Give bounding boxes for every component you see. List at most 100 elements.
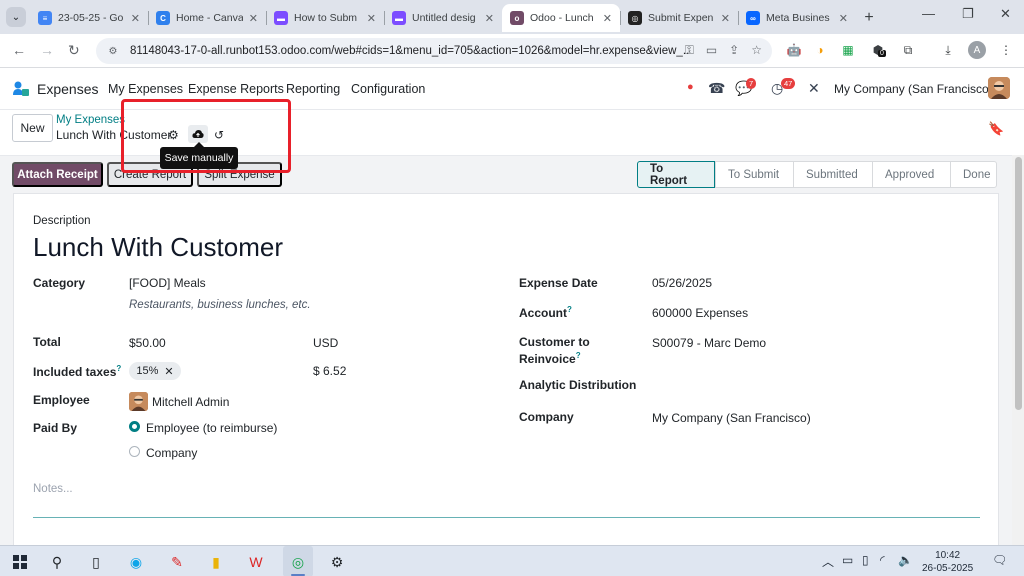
tray-chevron-icon[interactable]: ︿ bbox=[822, 553, 834, 570]
stage-approved[interactable]: Approved bbox=[872, 161, 950, 188]
tab-close-icon[interactable]: ✕ bbox=[367, 12, 376, 25]
expense-date-field[interactable]: 05/26/2025 bbox=[652, 276, 712, 290]
browser-menu-icon[interactable]: ⋮ bbox=[998, 42, 1014, 58]
total-label: Total bbox=[33, 335, 61, 349]
company-switcher[interactable]: My Company (San Francisco) bbox=[834, 82, 993, 96]
settings-gear-icon[interactable]: ⚙ bbox=[327, 552, 347, 572]
windows-start-icon[interactable] bbox=[10, 552, 30, 572]
tab-label: Meta Busines bbox=[766, 12, 830, 24]
tab-search-button[interactable]: ⌄ bbox=[6, 7, 26, 27]
browser-tab[interactable]: ∞ Meta Busines ✕ bbox=[738, 4, 856, 32]
browser-tab[interactable]: ◎ Submit Expen ✕ bbox=[620, 4, 738, 32]
remove-tag-icon[interactable]: ✕ bbox=[164, 365, 173, 378]
recording-dot-icon[interactable]: ● bbox=[687, 81, 694, 93]
scrollbar-thumb[interactable] bbox=[1015, 157, 1022, 410]
notes-field[interactable]: Notes... bbox=[33, 483, 73, 495]
browser-tab[interactable]: o Odoo - Lunch ✕ bbox=[502, 4, 620, 32]
debug-tools-icon[interactable]: ✕ bbox=[808, 80, 820, 97]
site-info-icon[interactable]: ⚙ bbox=[104, 42, 122, 60]
paid-by-employee-label[interactable]: Employee (to reimburse) bbox=[146, 421, 277, 435]
back-icon[interactable]: ← bbox=[12, 42, 26, 58]
tab-close-icon[interactable]: ✕ bbox=[131, 12, 140, 25]
profile-avatar[interactable]: A bbox=[968, 41, 986, 59]
browser-tab[interactable]: C Home - Canva ✕ bbox=[148, 4, 266, 32]
user-avatar[interactable] bbox=[988, 77, 1010, 99]
close-window-icon[interactable]: ✕ bbox=[1000, 6, 1011, 22]
company-field[interactable]: My Company (San Francisco) bbox=[652, 411, 811, 425]
tab-close-icon[interactable]: ✕ bbox=[603, 12, 612, 25]
notifications-icon[interactable]: 🗨 bbox=[992, 553, 1007, 567]
search-icon[interactable]: ⚲ bbox=[47, 552, 67, 572]
stage-to-submit[interactable]: To Submit bbox=[715, 161, 793, 188]
url-text[interactable]: 81148043-17-0-all.runbot153.odoo.com/web… bbox=[130, 45, 690, 57]
stage-done[interactable]: Done bbox=[950, 161, 997, 188]
menu-expense-reports[interactable]: Expense Reports bbox=[188, 82, 284, 96]
power-bi-icon[interactable]: ▮ bbox=[206, 552, 226, 572]
bookmark-star-icon[interactable]: ☆ bbox=[751, 43, 762, 58]
wps-office-icon[interactable]: W bbox=[246, 552, 266, 572]
account-field[interactable]: 600000 Expenses bbox=[652, 306, 748, 320]
phone-icon[interactable]: ☎ bbox=[708, 80, 725, 97]
tab-close-icon[interactable]: ✕ bbox=[839, 12, 848, 25]
app-name[interactable]: Expenses bbox=[37, 81, 98, 97]
tab-favicon-icon: o bbox=[510, 11, 524, 25]
acrobat-icon[interactable]: ✎ bbox=[167, 552, 187, 572]
tab-close-icon[interactable]: ✕ bbox=[485, 12, 494, 25]
expenses-app-icon[interactable] bbox=[12, 80, 30, 98]
stage-submitted[interactable]: Submitted bbox=[793, 161, 872, 188]
employee-field[interactable]: Mitchell Admin bbox=[152, 395, 229, 409]
share-icon[interactable]: ⇪ bbox=[729, 43, 739, 58]
wifi-icon[interactable]: ◜ bbox=[880, 553, 885, 567]
page-scrollbar[interactable] bbox=[1012, 155, 1024, 545]
paid-by-employee-radio[interactable] bbox=[129, 421, 140, 432]
help-icon[interactable]: ? bbox=[567, 305, 572, 314]
tab-close-icon[interactable]: ✕ bbox=[249, 12, 258, 25]
paid-by-company-radio[interactable] bbox=[129, 446, 140, 457]
menu-configuration[interactable]: Configuration bbox=[351, 82, 425, 96]
restore-icon[interactable]: ❐ bbox=[962, 6, 974, 22]
category-field[interactable]: [FOOD] Meals bbox=[129, 276, 206, 290]
attach-receipt-button[interactable]: Attach Receipt bbox=[12, 162, 103, 187]
volume-icon[interactable]: 🔈 bbox=[898, 553, 913, 567]
total-field[interactable]: $50.00 bbox=[129, 336, 166, 350]
stage-to-report[interactable]: To Report bbox=[637, 161, 715, 188]
paid-by-company-label[interactable]: Company bbox=[146, 446, 197, 460]
reload-icon[interactable]: ↻ bbox=[68, 42, 80, 59]
breadcrumb-parent[interactable]: My Expenses bbox=[56, 114, 125, 126]
expense-title[interactable]: Lunch With Customer bbox=[33, 232, 283, 263]
description-label: Description bbox=[33, 215, 91, 227]
extension-square-icon[interactable]: ▦ bbox=[840, 42, 856, 58]
password-key-icon[interactable]: ⚿ bbox=[685, 43, 694, 58]
forward-icon[interactable]: → bbox=[40, 42, 54, 58]
new-tab-button[interactable]: + bbox=[856, 4, 882, 32]
tab-label: Home - Canva bbox=[176, 12, 243, 24]
browser-tab[interactable]: ▬ How to Subm ✕ bbox=[266, 4, 384, 32]
browser-tab[interactable]: ≡ 23-05-25 - Go ✕ bbox=[30, 4, 148, 32]
chrome-icon[interactable]: ◎ bbox=[288, 552, 308, 572]
browser-tab[interactable]: ▬ Untitled desig ✕ bbox=[384, 4, 502, 32]
menu-my-expenses[interactable]: My Expenses bbox=[108, 82, 183, 96]
bookmark-icon[interactable]: 🔖 bbox=[988, 121, 1004, 137]
edge-browser-icon[interactable]: ◉ bbox=[126, 552, 146, 572]
extensions-puzzle-icon[interactable]: ⧉ bbox=[900, 42, 916, 58]
task-view-icon[interactable]: ▯ bbox=[86, 552, 106, 572]
minimize-icon[interactable]: — bbox=[922, 6, 935, 21]
download-icon[interactable]: ⤓ bbox=[940, 42, 956, 58]
extension-robot-icon[interactable]: 🤖 bbox=[786, 42, 802, 58]
clock[interactable]: 10:42 26-05-2025 bbox=[922, 549, 973, 575]
extension-circle-icon[interactable]: ◑ bbox=[812, 42, 828, 58]
currency-field[interactable]: USD bbox=[313, 336, 338, 350]
help-icon[interactable]: ? bbox=[576, 351, 581, 360]
new-button[interactable]: New bbox=[12, 114, 53, 142]
customer-reinvoice-field[interactable]: S00079 - Marc Demo bbox=[652, 336, 766, 350]
menu-reporting[interactable]: Reporting bbox=[286, 82, 340, 96]
browser-tabs: ≡ 23-05-25 - Go ✕ C Home - Canva ✕ ▬ How to Sub… bbox=[30, 4, 882, 34]
install-app-icon[interactable]: ▭ bbox=[706, 43, 717, 58]
tax-tag[interactable]: 15% ✕ bbox=[129, 362, 181, 380]
battery-icon[interactable]: ▭ bbox=[842, 553, 853, 567]
tab-close-icon[interactable]: ✕ bbox=[721, 12, 730, 25]
touch-keyboard-icon[interactable]: ▯ bbox=[862, 553, 869, 567]
help-icon[interactable]: ? bbox=[116, 364, 121, 373]
address-bar[interactable]: ⚙ 81148043-17-0-all.runbot153.odoo.com/w… bbox=[96, 38, 772, 64]
extension-badge-icon[interactable]: ⬢0 bbox=[870, 42, 886, 58]
